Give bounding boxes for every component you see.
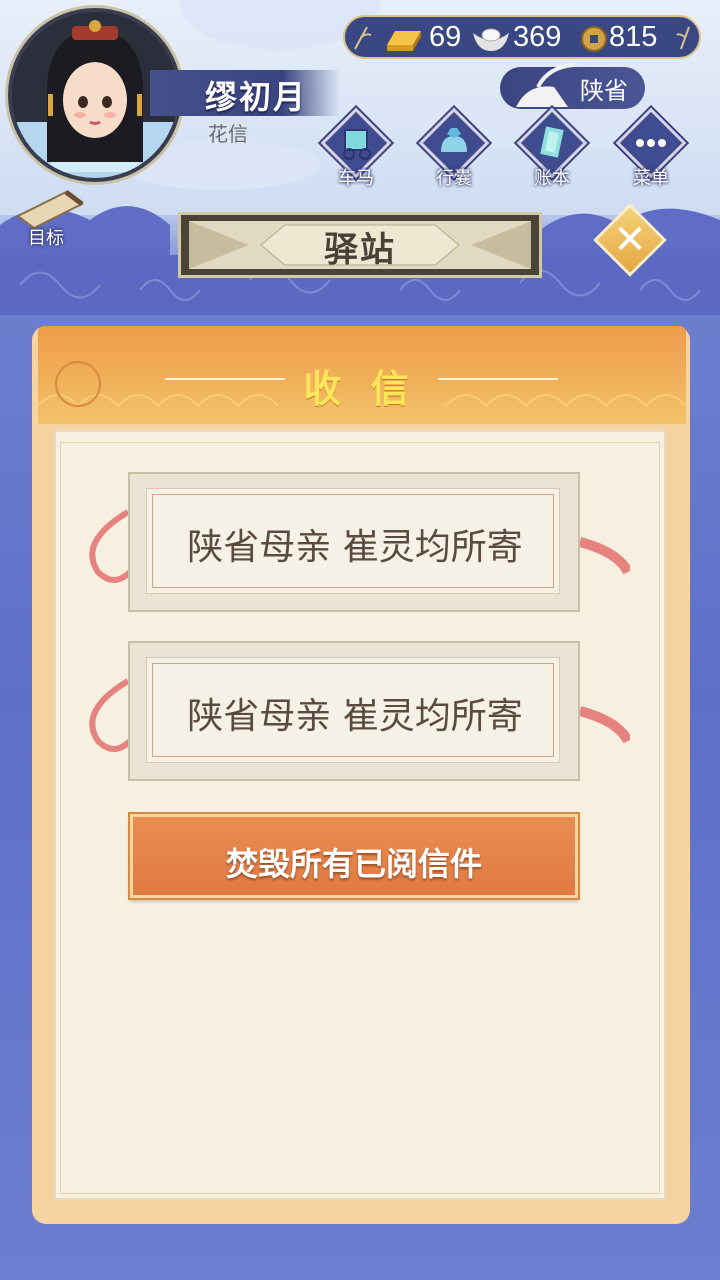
location-icon bbox=[516, 63, 575, 107]
copper-coin-icon bbox=[581, 26, 607, 52]
more-menu-label: 菜单 bbox=[633, 168, 669, 189]
ledger-button[interactable]: 账本 bbox=[516, 107, 588, 189]
ledger-label: 账本 bbox=[534, 168, 570, 189]
player-subtitle: 花信 bbox=[208, 122, 248, 146]
letter-item[interactable]: 陕省母亲 崔灵均所寄 bbox=[89, 472, 630, 612]
burn-button-label: 焚毁所有已阅信件 bbox=[225, 845, 482, 883]
burn-read-letters-button[interactable]: 焚毁所有已阅信件 bbox=[130, 814, 578, 898]
silver-count: 369 bbox=[513, 21, 562, 53]
gold-bar-icon bbox=[387, 31, 421, 51]
currency-bar: 69 369 815 bbox=[343, 15, 701, 59]
gold-count: 69 bbox=[429, 21, 462, 53]
bag-label: 行囊 bbox=[436, 168, 472, 189]
carriage-button[interactable]: 车马 bbox=[320, 107, 392, 189]
letter-label: 陕省母亲 崔灵均所寄 bbox=[187, 527, 523, 568]
bamboo-right-icon bbox=[676, 26, 690, 50]
letter-label: 陕省母亲 崔灵均所寄 bbox=[187, 696, 523, 737]
bag-button[interactable]: 行囊 bbox=[418, 107, 490, 189]
player-name: 缪初月 bbox=[205, 78, 308, 116]
close-icon: ✕ bbox=[613, 217, 647, 263]
location-name: 陕省 bbox=[580, 77, 628, 105]
bamboo-left-icon bbox=[354, 26, 372, 50]
panel-title: 收 信 bbox=[303, 367, 417, 411]
more-menu-button[interactable]: 菜单 bbox=[615, 107, 687, 189]
silver-ingot-icon bbox=[473, 28, 509, 51]
letter-item[interactable]: 陕省母亲 崔灵均所寄 bbox=[89, 641, 630, 781]
coin-count: 815 bbox=[609, 21, 658, 53]
carriage-label: 车马 bbox=[338, 168, 374, 189]
